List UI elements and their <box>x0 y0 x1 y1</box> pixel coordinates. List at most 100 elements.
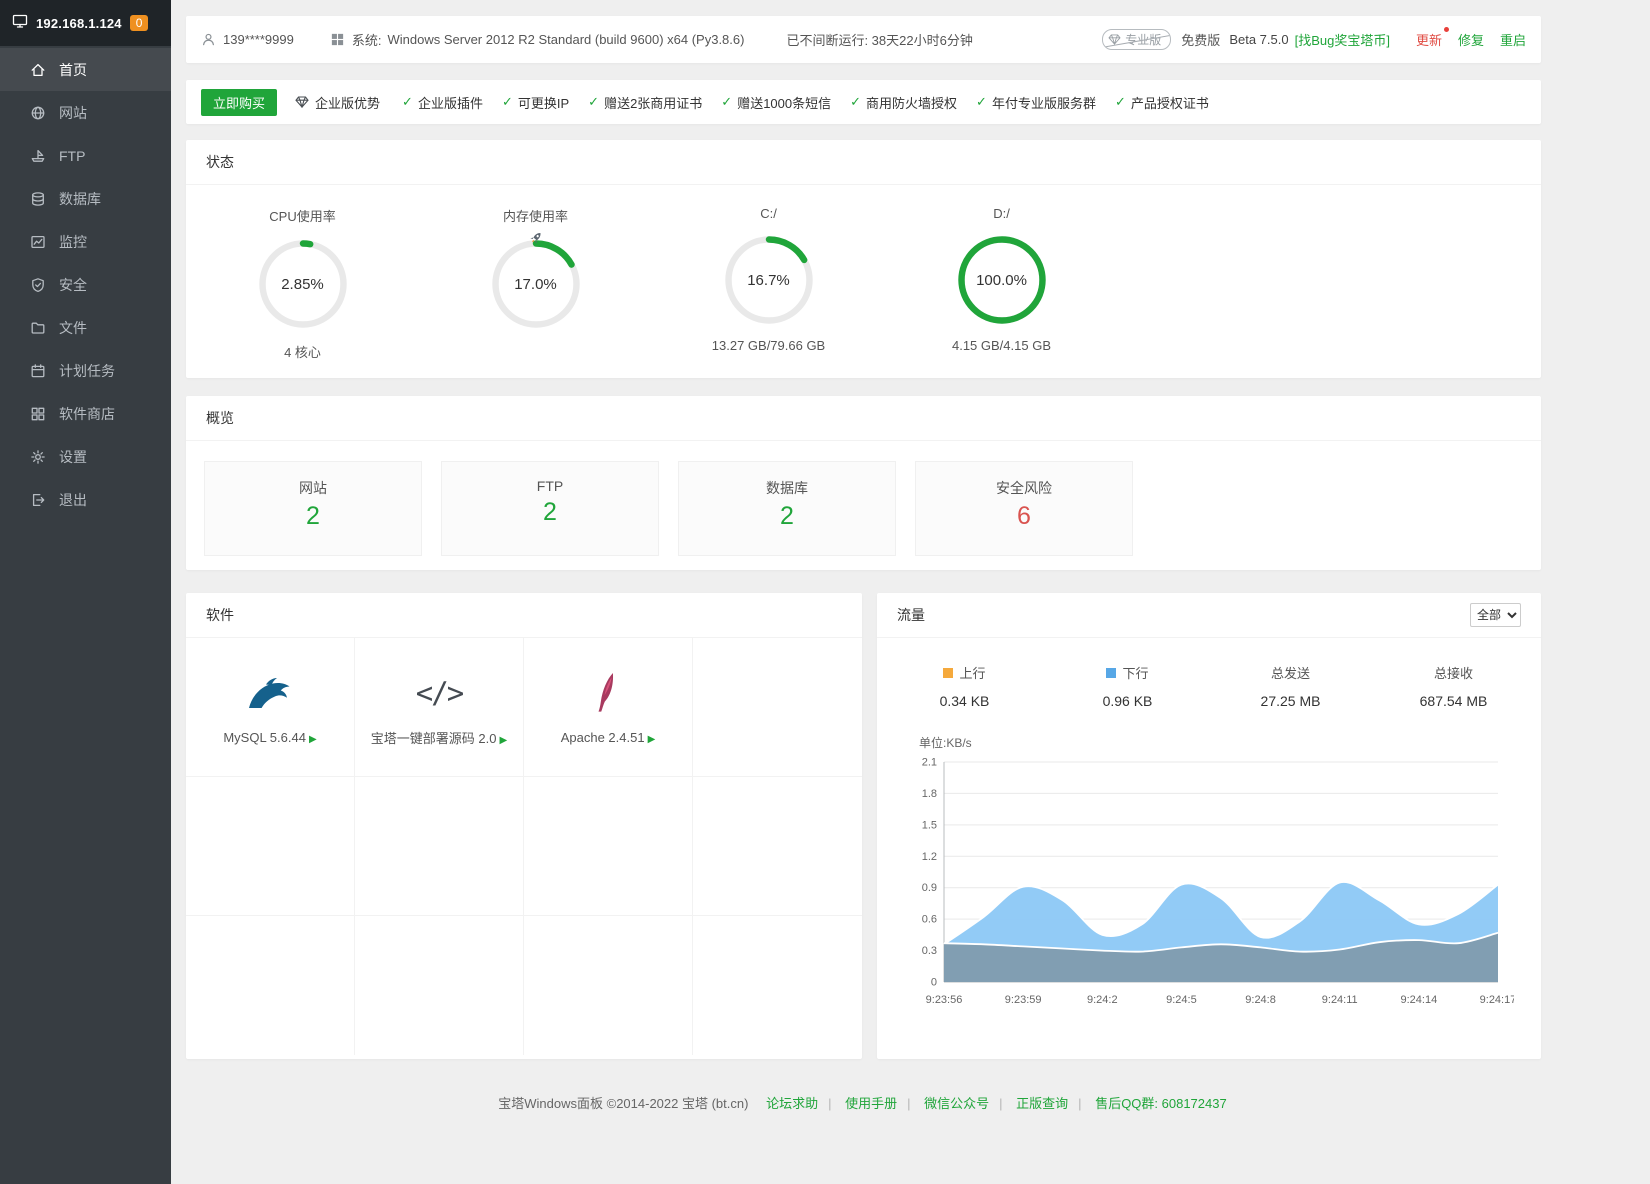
check-icon: ✓ <box>1114 94 1126 109</box>
sidebar-item-logout[interactable]: 退出 <box>0 478 171 521</box>
sidebar-item-home[interactable]: 首页 <box>0 48 171 91</box>
software-item-deploy[interactable]: </> 宝塔一键部署源码 2.0 ▶ <box>355 638 524 777</box>
version-label: Beta 7.5.0 <box>1229 32 1289 47</box>
software-title: 软件 <box>186 593 862 638</box>
footer-link-wechat[interactable]: 微信公众号 <box>924 1096 989 1111</box>
free-memory-rocket-icon[interactable] <box>527 230 544 252</box>
logout-icon <box>30 492 46 508</box>
sidebar-item-ftp[interactable]: FTP <box>0 134 171 177</box>
chart-monitor-icon <box>30 234 46 250</box>
sidebar-item-label: 监控 <box>59 233 87 250</box>
system-value: Windows Server 2012 R2 Standard (build 9… <box>387 32 745 47</box>
svg-text:1.8: 1.8 <box>922 788 937 800</box>
sidebar-item-settings[interactable]: 设置 <box>0 435 171 478</box>
running-icon: ▶ <box>647 734 656 745</box>
globe-icon <box>30 105 46 121</box>
promo-feature: ✓ 赠送1000条短信 <box>721 94 832 111</box>
footer-qq-link[interactable]: 售后QQ群: 608172437 <box>1095 1096 1227 1111</box>
gauge-memory: 内存使用率 17.0% <box>419 206 652 361</box>
repair-link[interactable]: 修复 <box>1458 30 1484 49</box>
enterprise-advantage: 企业版优势 <box>295 93 380 112</box>
software-empty-cell <box>186 916 355 1055</box>
update-dot <box>1443 27 1449 32</box>
traffic-unit-label: 单位:KB/s <box>919 736 972 750</box>
overview-box-database[interactable]: 数据库 2 <box>678 461 896 556</box>
software-empty-cell <box>355 777 524 916</box>
svg-text:2.1: 2.1 <box>922 757 937 769</box>
free-version-label: 免费版 <box>1181 33 1221 48</box>
sidebar-item-label: 退出 <box>59 491 87 508</box>
bug-reward-link[interactable]: [找Bug奖宝塔币] <box>1295 30 1390 49</box>
sidebar-item-security[interactable]: 安全 <box>0 263 171 306</box>
database-count: 2 <box>780 502 794 530</box>
check-icon: ✓ <box>402 94 413 109</box>
overview-box-security-risk[interactable]: 安全风险 6 <box>915 461 1133 556</box>
traffic-stats: 上行 0.34 KB 下行 0.96 KB 总发送 27.25 MB 总接收 6… <box>877 638 1541 709</box>
sidebar-item-label: 文件 <box>59 319 87 336</box>
footer: 宝塔Windows面板 ©2014-2022 宝塔 (bt.cn) 论坛求助 | … <box>498 1096 1227 1111</box>
uptime: 已不间断运行: 38天22小时6分钟 <box>786 33 973 48</box>
check-icon: ✓ <box>976 94 987 109</box>
grid-icon <box>30 406 46 422</box>
svg-text:9:24:5: 9:24:5 <box>1166 994 1197 1006</box>
software-grid: MySQL 5.6.44 ▶ </> 宝塔一键部署源码 2.0 ▶ Apache 2… <box>186 638 862 1055</box>
down-swatch <box>1106 667 1117 678</box>
shield-icon <box>30 277 46 293</box>
sidebar-item-cron[interactable]: 计划任务 <box>0 349 171 392</box>
overview-title: 概览 <box>186 396 1541 441</box>
pro-version-badge[interactable]: 专业版 <box>1102 29 1172 50</box>
traffic-title: 流量 <box>897 607 925 623</box>
overview-box-ftp[interactable]: FTP 2 <box>441 461 659 556</box>
windows-icon <box>331 33 343 46</box>
overview-boxes: 网站 2 FTP 2 数据库 2 安全风险 6 <box>186 441 1541 576</box>
software-item-mysql[interactable]: MySQL 5.6.44 ▶ <box>186 638 355 777</box>
svg-text:9:23:56: 9:23:56 <box>926 994 963 1006</box>
check-icon: ✓ <box>501 94 513 109</box>
main-content: 139****9999 系统: Windows Server 2012 R2 S… <box>171 0 1556 1184</box>
sidebar-item-monitor[interactable]: 监控 <box>0 220 171 263</box>
footer-link-forum[interactable]: 论坛求助 <box>766 1096 818 1111</box>
security-risk-count: 6 <box>1017 502 1031 530</box>
software-card: 软件 MySQL 5.6.44 ▶ </> 宝塔一键部署源码 2.0 ▶ Apa… <box>186 593 862 1059</box>
sidebar-item-files[interactable]: 文件 <box>0 306 171 349</box>
promo-feature: ✓ 商用防火墙授权 <box>850 94 958 111</box>
check-icon: ✓ <box>721 94 733 109</box>
running-icon: ▶ <box>499 735 508 746</box>
system-label: 系统: <box>351 33 382 48</box>
svg-text:9:23:59: 9:23:59 <box>1005 994 1042 1006</box>
software-item-apache[interactable]: Apache 2.4.51 ▶ <box>524 638 693 777</box>
database-icon <box>30 191 46 207</box>
svg-text:9:24:11: 9:24:11 <box>1322 994 1358 1006</box>
svg-text:1.5: 1.5 <box>922 819 937 831</box>
gear-icon <box>30 449 46 465</box>
user-phone: 139****9999 <box>223 32 294 47</box>
svg-text:0.3: 0.3 <box>922 945 937 957</box>
sidebar-item-label: 安全 <box>59 276 87 293</box>
restart-link[interactable]: 重启 <box>1500 30 1526 49</box>
software-empty-cell <box>524 916 693 1055</box>
sidebar-item-websites[interactable]: 网站 <box>0 91 171 134</box>
check-icon: ✓ <box>850 94 862 109</box>
up-swatch <box>943 667 954 678</box>
sidebar-item-label: 首页 <box>59 61 87 78</box>
footer-link-manual[interactable]: 使用手册 <box>845 1096 897 1111</box>
traffic-stat-total-sent: 总发送 27.25 MB <box>1260 666 1321 709</box>
buy-now-button[interactable]: 立即购买 <box>201 88 278 116</box>
server-ip: 192.168.1.124 <box>36 15 122 31</box>
promo-feature: ✓ 企业版插件 <box>402 94 483 111</box>
server-ip-box[interactable]: 192.168.1.124 0 <box>0 0 171 46</box>
footer-link-genuine[interactable]: 正版查询 <box>1016 1096 1068 1111</box>
code-icon: </> <box>415 676 464 710</box>
overview-card: 概览 网站 2 FTP 2 数据库 2 安全风险 6 <box>186 396 1541 570</box>
sidebar-item-database[interactable]: 数据库 <box>0 177 171 220</box>
overview-box-websites[interactable]: 网站 2 <box>204 461 422 556</box>
update-link[interactable]: 更新 <box>1416 27 1449 49</box>
sidebar-item-label: 设置 <box>59 448 87 465</box>
calendar-icon <box>30 363 46 379</box>
person-icon <box>203 33 214 46</box>
gauge-cpu: CPU使用率 2.85% 4 核心 <box>186 206 419 361</box>
traffic-filter-select[interactable]: 全部 <box>1470 603 1521 627</box>
message-count-badge[interactable]: 0 <box>129 15 149 31</box>
websites-count: 2 <box>306 502 320 530</box>
sidebar-item-appstore[interactable]: 软件商店 <box>0 392 171 435</box>
